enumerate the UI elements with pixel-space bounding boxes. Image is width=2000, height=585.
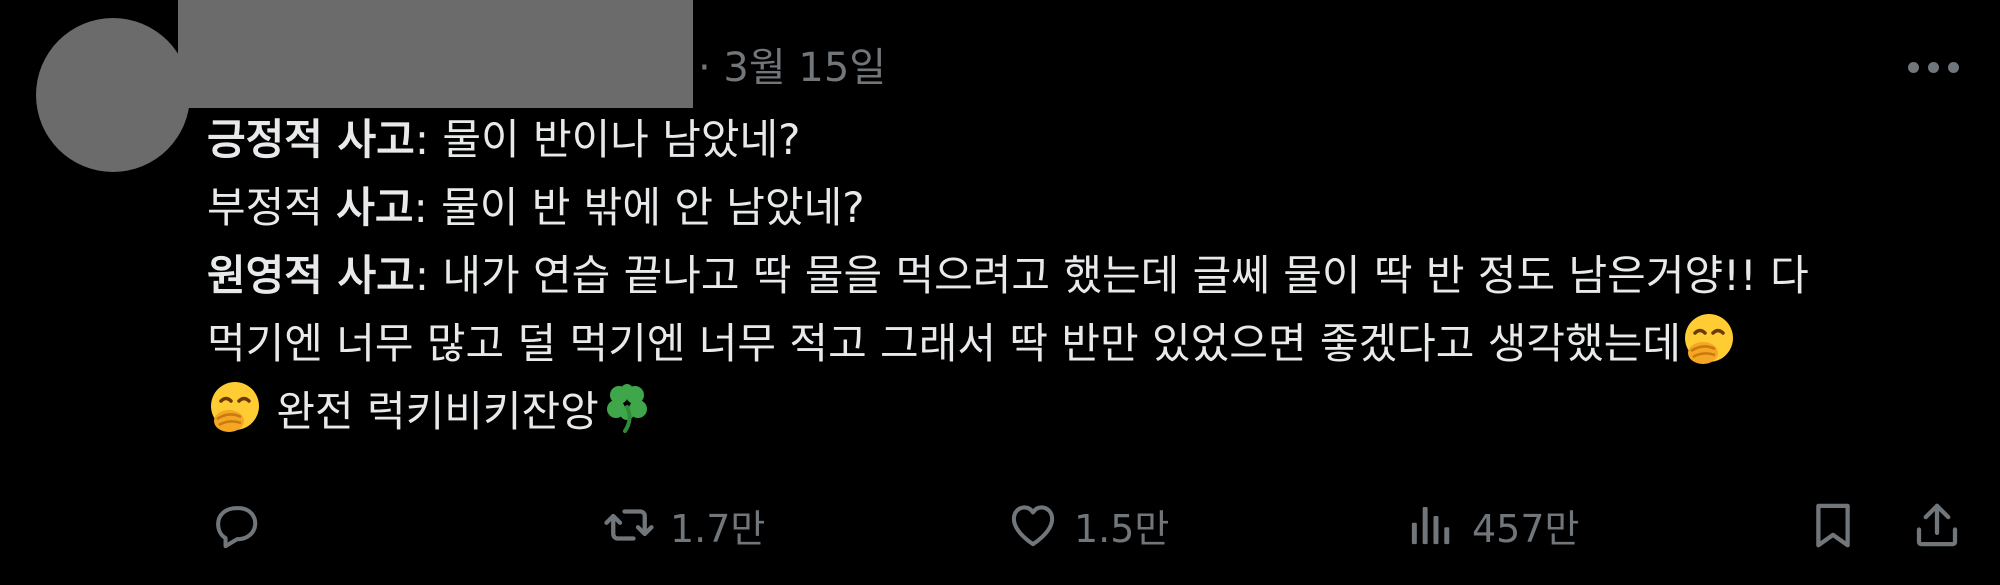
hand-over-mouth-emoji (1681, 311, 1737, 367)
line-label: 긍정적 사고 (207, 115, 415, 164)
line-text: : 물이 반 밖에 안 남았네? (413, 183, 865, 232)
tweet-line: 완전 럭키비키잔앙 (207, 378, 1977, 446)
reply-icon (208, 498, 262, 552)
bookmark-button[interactable] (1806, 495, 1860, 555)
more-options-icon[interactable] (1906, 48, 1962, 88)
retweet-icon (602, 498, 656, 552)
share-icon (1910, 498, 1964, 552)
reply-button[interactable] (208, 495, 262, 555)
share-button[interactable] (1910, 495, 1964, 555)
heart-icon (1006, 498, 1060, 552)
tweet-text: 긍정적 사고: 물이 반이나 남았네? 부정적 사고: 물이 반 밖에 안 남았… (207, 106, 1977, 446)
line-label: 원영적 사고 (207, 251, 415, 300)
line-text: 먹기엔 너무 많고 덜 먹기엔 너무 적고 그래서 딱 반만 있었으면 좋겠다고… (207, 319, 1681, 368)
views-button[interactable]: 457만 (1404, 495, 1580, 555)
views-icon (1404, 498, 1458, 552)
four-leaf-clover-emoji (599, 379, 655, 435)
tweet[interactable]: · 3월 15일 긍정적 사고: 물이 반이나 남았네? 부정적 사고: 물이 … (0, 0, 2000, 585)
bookmark-icon (1806, 498, 1860, 552)
retweet-button[interactable]: 1.7만 (602, 495, 765, 555)
avatar[interactable] (36, 18, 190, 172)
tweet-line: 부정적 사고: 물이 반 밖에 안 남았네? (207, 174, 1977, 242)
author-name-redacted (178, 0, 693, 108)
tweet-date[interactable]: · 3월 15일 (698, 38, 886, 98)
retweet-count: 1.7만 (670, 506, 766, 551)
views-count: 457만 (1472, 506, 1580, 551)
tweet-line: 원영적 사고: 내가 연습 끝나고 딱 물을 먹으려고 했는데 글쎄 물이 딱 … (207, 242, 1977, 310)
line-text: : 내가 연습 끝나고 딱 물을 먹으려고 했는데 글쎄 물이 딱 반 정도 남… (414, 251, 1809, 300)
like-count: 1.5만 (1074, 506, 1170, 551)
line-text: : 물이 반이나 남았네? (414, 115, 801, 164)
tweet-line: 먹기엔 너무 많고 덜 먹기엔 너무 적고 그래서 딱 반만 있었으면 좋겠다고… (207, 310, 1977, 378)
action-bar: 1.7만 1.5만 457만 (0, 495, 2000, 555)
tweet-line: 긍정적 사고: 물이 반이나 남았네? (207, 106, 1977, 174)
like-button[interactable]: 1.5만 (1006, 495, 1169, 555)
line-text: 완전 럭키비키잔앙 (263, 387, 599, 436)
line-label: 사고 (336, 183, 414, 232)
hand-over-mouth-emoji (207, 379, 263, 435)
line-prefix: 부정적 (207, 183, 337, 232)
